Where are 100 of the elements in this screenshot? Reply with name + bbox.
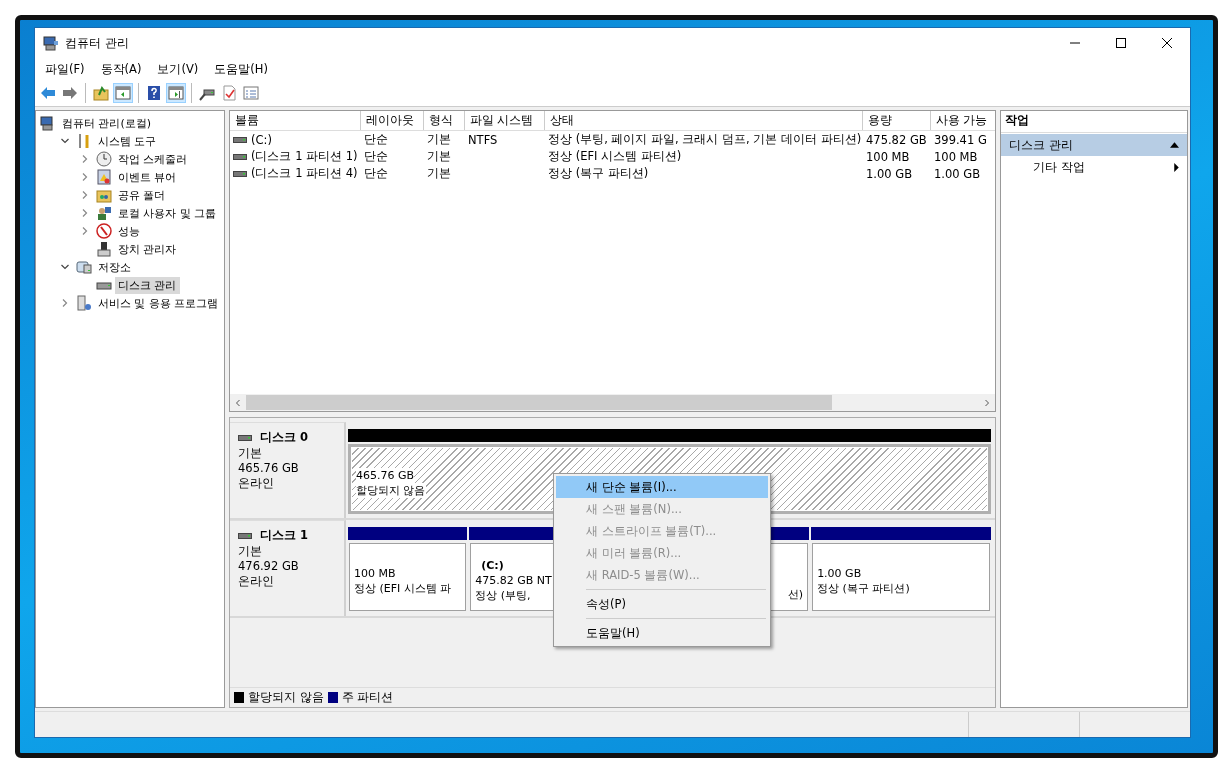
table-cell: 정상 (부팅, 페이지 파일, 크래시 덤프, 기본 데이터 파티션) [548,132,862,146]
share-icon [96,187,112,203]
partition-size: 1.00 GB [817,565,862,581]
menu-item[interactable]: 파일(F) [37,61,93,77]
drive-icon [233,170,247,177]
tree-item[interactable]: 시스템 도구 [95,132,160,150]
drive-icon [233,136,247,143]
table-cell: 기본 [427,166,451,180]
table-cell: 기본 [427,132,451,146]
tree-item[interactable]: 작업 스케줄러 [115,150,191,168]
partition[interactable]: 100 MB 정상 (EFI 시스템 파 [348,542,468,612]
horizontal-scrollbar[interactable] [230,394,995,411]
partition-status: 정상 (복구 파티션) [817,580,910,596]
column-header[interactable]: 사용 가능 [930,111,995,131]
tree-item[interactable]: 공유 폴더 [115,186,169,204]
disk-name: 디스크 0 [260,430,308,445]
tree-item[interactable]: 성능 [115,222,143,240]
tree-pane-button[interactable] [113,83,133,103]
close-icon[interactable] [1162,38,1172,48]
tree-item[interactable]: 서비스 및 응용 프로그램 [95,294,222,312]
table-cell: 1.00 GB [866,166,913,181]
menu-item[interactable]: 도움말(H) [556,622,768,644]
collapse-chevron-icon[interactable] [60,136,70,146]
tree-item[interactable]: 디스크 관리 [115,276,180,294]
legend-label: 할당되지 않음 [248,690,324,705]
computer-icon [40,115,56,131]
partition-size: 465.76 GB [356,467,415,483]
actions-header: 작업 [1001,111,1187,133]
drive-icon [238,532,252,539]
expand-chevron-icon[interactable] [80,154,90,164]
maximize-icon[interactable] [1116,38,1126,48]
column-header[interactable]: 레이아웃 [360,111,423,131]
storage-icon [76,259,92,275]
services-icon [76,295,92,311]
table-cell: 정상 (EFI 시스템 파티션) [548,149,682,163]
expand-chevron-icon[interactable] [60,298,70,308]
expand-chevron-icon[interactable] [80,190,90,200]
menu-item[interactable]: 새 단순 볼륨(I)... [556,476,768,498]
actions-section[interactable]: 디스크 관리 [1001,134,1187,156]
column-header[interactable]: 형식 [423,111,464,131]
disk-size: 476.92 GB [238,559,300,574]
event-icon [96,169,112,185]
tree-item[interactable]: 이벤트 뷰어 [115,168,180,186]
app-icon [43,35,59,51]
drive-icon [233,153,247,160]
window-title: 컴퓨터 관리 [65,34,129,52]
table-cell: 기본 [427,149,451,163]
scrollbar-thumb[interactable] [246,395,832,410]
disk-size: 465.76 GB [238,461,300,476]
disk-type: 기본 [238,544,263,559]
tree-item[interactable]: 컴퓨터 관리(로컬) [59,114,155,132]
clock-icon [96,151,112,167]
collapse-triangle-icon[interactable] [1170,142,1179,148]
table-cell: 475.82 GB [866,132,927,147]
drive-icon [238,434,252,441]
tree-item[interactable]: 로컬 사용자 및 그룹 [115,204,220,222]
column-header[interactable]: 파일 시스템 [464,111,544,131]
partition-status: 정상 (EFI 시스템 파 [354,580,452,596]
tools-icon [76,133,92,149]
table-cell: 단순 [364,132,388,146]
partition-label: (C:) [481,558,504,573]
expand-chevron-icon[interactable] [80,226,90,236]
table-cell: (디스크 1 파티션 1) [251,149,358,164]
properties-button[interactable] [241,83,261,103]
tree-item[interactable]: 장치 관리자 [115,240,180,258]
disk-type: 기본 [238,446,263,461]
table-cell: 정상 (복구 파티션) [548,166,649,180]
table-cell: (C:) [251,132,272,147]
collapse-chevron-icon[interactable] [60,262,70,272]
disk-name: 디스크 1 [260,528,308,543]
menu-item[interactable]: 도움말(H) [206,61,276,77]
table-cell: 단순 [364,166,388,180]
table-cell: NTFS [468,132,498,147]
column-header[interactable]: 볼륨 [230,111,360,131]
menu-item[interactable]: 속성(P) [556,593,768,615]
users-icon [96,205,112,221]
table-cell: 399.41 G [934,132,987,147]
disk-info-panel[interactable]: 디스크 1 기본 476.92 GB 온라인 [230,520,346,616]
action-link[interactable]: 기타 작업 [1033,159,1085,175]
action-pane-button[interactable] [166,83,186,103]
partition-status: 선) [787,587,804,602]
disk-status: 온라인 [238,574,275,589]
table-cell: 1.00 GB [934,166,981,181]
partition-size: 100 MB [354,565,396,581]
partition-size: 475.82 GB NT [475,573,552,588]
disk-info-panel[interactable]: 디스크 0 기본 465.76 GB 온라인 [230,422,346,518]
disk-status: 온라인 [238,476,275,491]
expand-chevron-icon[interactable] [80,172,90,182]
menu-item[interactable]: 동작(A) [92,61,150,77]
legend-label: 주 파티션 [341,690,394,705]
device-icon [96,241,112,257]
partition[interactable]: 1.00 GB 정상 (복구 파티션) [811,542,991,612]
expand-chevron-icon[interactable] [80,208,90,218]
section-title: 디스크 관리 [1009,137,1073,153]
partition-status: 정상 (부팅, [475,588,531,603]
performance-icon [96,223,112,239]
column-header[interactable]: 상태 [544,111,862,131]
column-header[interactable]: 용량 [862,111,930,131]
menu-item[interactable]: 보기(V) [149,61,207,77]
tree-item[interactable]: 저장소 [95,258,134,276]
